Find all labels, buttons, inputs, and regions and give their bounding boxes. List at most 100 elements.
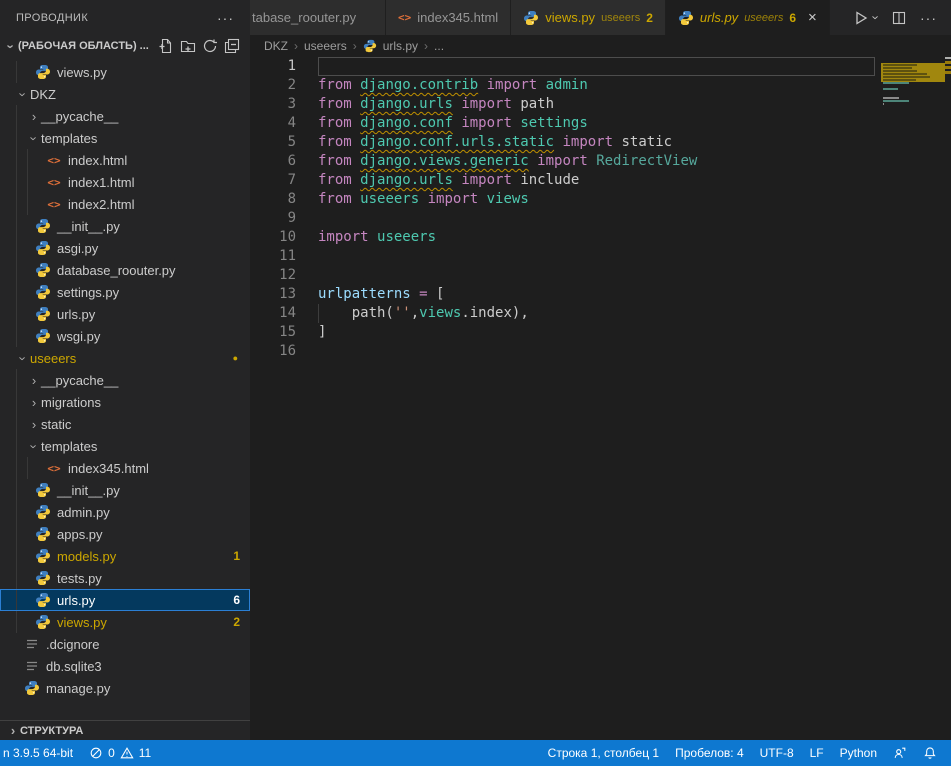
cursor-position[interactable]: Строка 1, столбец 1 bbox=[540, 746, 667, 760]
python-icon bbox=[363, 39, 377, 53]
line-number: 9 bbox=[250, 209, 296, 228]
editor-code-area[interactable]: 12from django.contrib import admin3from … bbox=[250, 57, 951, 740]
collapse-folders-icon[interactable] bbox=[224, 38, 240, 54]
tree-folder-migrations[interactable]: ›migrations bbox=[0, 391, 250, 413]
minimap-line bbox=[883, 82, 909, 84]
line-number: 12 bbox=[250, 266, 296, 285]
tree-file-tests.py[interactable]: tests.py bbox=[0, 567, 250, 589]
problems-status[interactable]: 011 bbox=[81, 746, 159, 760]
python-version[interactable]: n 3.9.5 64-bit bbox=[0, 746, 81, 760]
line-text: from django.contrib import admin bbox=[296, 76, 588, 95]
tree-file-index.html[interactable]: <>index.html bbox=[0, 149, 250, 171]
encoding[interactable]: UTF-8 bbox=[752, 746, 802, 760]
tree-file-__init__.py[interactable]: __init__.py bbox=[0, 479, 250, 501]
code-line: 7from django.urls import include bbox=[250, 171, 951, 190]
line-number: 15 bbox=[250, 323, 296, 342]
file-name: tests.py bbox=[57, 571, 102, 586]
line-number: 10 bbox=[250, 228, 296, 247]
code-line: 16 bbox=[250, 342, 951, 361]
tree-file-.dcignore[interactable]: .dcignore bbox=[0, 633, 250, 655]
new-folder-icon[interactable] bbox=[180, 38, 196, 54]
breadcrumb-item[interactable]: ... bbox=[434, 39, 444, 53]
tree-folder-static[interactable]: ›static bbox=[0, 413, 250, 435]
line-text: from useeers import views bbox=[296, 190, 529, 209]
minimap-line bbox=[883, 70, 917, 72]
overview-ruler[interactable] bbox=[945, 57, 951, 740]
run-dropdown-chevron-icon[interactable]: › bbox=[868, 15, 883, 19]
indent-guide bbox=[16, 237, 27, 259]
tree-file-wsgi.py[interactable]: wsgi.py bbox=[0, 325, 250, 347]
indent-guide bbox=[16, 325, 27, 347]
python-icon bbox=[35, 262, 51, 278]
workspace-section-header[interactable]: › (РАБОЧАЯ ОБЛАСТЬ) ... bbox=[0, 35, 250, 57]
breadcrumb-item[interactable]: useeers bbox=[304, 39, 347, 53]
breadcrumb-item[interactable]: urls.py bbox=[383, 39, 418, 53]
indent-guide bbox=[16, 61, 27, 83]
tree-file-views.py[interactable]: views.py2 bbox=[0, 611, 250, 633]
indentation[interactable]: Пробелов: 4 bbox=[667, 746, 752, 760]
modified-dot-icon: ● bbox=[233, 353, 238, 363]
refresh-icon[interactable] bbox=[202, 38, 218, 54]
tree-folder-templates[interactable]: ›templates bbox=[0, 435, 250, 457]
line-text: from django.urls import path bbox=[296, 95, 554, 114]
tree-folder-__pycache__[interactable]: ›__pycache__ bbox=[0, 369, 250, 391]
tree-folder-templates[interactable]: ›templates bbox=[0, 127, 250, 149]
eol[interactable]: LF bbox=[802, 746, 832, 760]
python-icon bbox=[523, 10, 539, 26]
notifications-bell-icon[interactable] bbox=[915, 746, 945, 760]
chevron-down-icon: › bbox=[28, 131, 41, 145]
line-text bbox=[296, 209, 318, 228]
new-file-icon[interactable] bbox=[158, 38, 174, 54]
close-icon[interactable]: × bbox=[808, 10, 817, 25]
tab-index345.html[interactable]: <>index345.html bbox=[386, 0, 511, 35]
tree-file-urls.py[interactable]: urls.py6 bbox=[0, 589, 250, 611]
line-text bbox=[296, 266, 318, 285]
tree-file-apps.py[interactable]: apps.py bbox=[0, 523, 250, 545]
tab-urls.py[interactable]: urls.pyuseeers6× bbox=[666, 0, 830, 35]
python-icon bbox=[35, 570, 51, 586]
minimap[interactable] bbox=[881, 57, 945, 137]
ruler-mark bbox=[945, 71, 951, 74]
tree-folder-__pycache__[interactable]: ›__pycache__ bbox=[0, 105, 250, 127]
tree-file-__init__.py[interactable]: __init__.py bbox=[0, 215, 250, 237]
chevron-down-icon: › bbox=[17, 87, 30, 101]
tree-file-index2.html[interactable]: <>index2.html bbox=[0, 193, 250, 215]
python-icon bbox=[35, 504, 51, 520]
language-mode[interactable]: Python bbox=[832, 746, 885, 760]
line-text: import useeers bbox=[296, 228, 436, 247]
indent-guide bbox=[16, 523, 27, 545]
tab-tabase_roouter.py[interactable]: tabase_roouter.py bbox=[250, 0, 386, 35]
tree-file-admin.py[interactable]: admin.py bbox=[0, 501, 250, 523]
tree-folder-useeers[interactable]: ›useeers● bbox=[0, 347, 250, 369]
tab-views.py[interactable]: views.pyuseeers2 bbox=[511, 0, 666, 35]
tree-file-database_roouter.py[interactable]: database_roouter.py bbox=[0, 259, 250, 281]
tree-file-urls.py[interactable]: urls.py bbox=[0, 303, 250, 325]
outline-section-header[interactable]: › СТРУКТУРА bbox=[0, 720, 250, 740]
tree-folder-DKZ[interactable]: ›DKZ bbox=[0, 83, 250, 105]
tree-file-db.sqlite3[interactable]: db.sqlite3 bbox=[0, 655, 250, 677]
html-icon: <> bbox=[46, 176, 62, 189]
tab-label: index345.html bbox=[417, 10, 498, 25]
feedback-icon[interactable] bbox=[885, 746, 915, 760]
views-and-more-actions-icon[interactable]: ··· bbox=[217, 10, 234, 26]
line-number: 2 bbox=[250, 76, 296, 95]
python-icon bbox=[35, 284, 51, 300]
indent-guide bbox=[27, 149, 38, 171]
breadcrumb-item[interactable]: DKZ bbox=[264, 39, 288, 53]
tree-file-manage.py[interactable]: manage.py bbox=[0, 677, 250, 699]
tree-file-index345.html[interactable]: <>index345.html bbox=[0, 457, 250, 479]
tree-file-models.py[interactable]: models.py1 bbox=[0, 545, 250, 567]
run-python-file-icon[interactable] bbox=[853, 10, 869, 26]
tree-file-asgi.py[interactable]: asgi.py bbox=[0, 237, 250, 259]
tree-file-views.py[interactable]: views.py bbox=[0, 61, 250, 83]
python-icon bbox=[35, 218, 51, 234]
tree-file-index1.html[interactable]: <>index1.html bbox=[0, 171, 250, 193]
file-tree: views.py›DKZ›__pycache__›templates<>inde… bbox=[0, 57, 250, 699]
more-actions-icon[interactable]: ··· bbox=[920, 10, 937, 26]
file-name: templates bbox=[41, 439, 97, 454]
split-editor-icon[interactable] bbox=[891, 10, 907, 26]
chevron-right-icon: › bbox=[27, 418, 41, 431]
indent-guide bbox=[318, 304, 319, 323]
indent-guide bbox=[16, 545, 27, 567]
tree-file-settings.py[interactable]: settings.py bbox=[0, 281, 250, 303]
